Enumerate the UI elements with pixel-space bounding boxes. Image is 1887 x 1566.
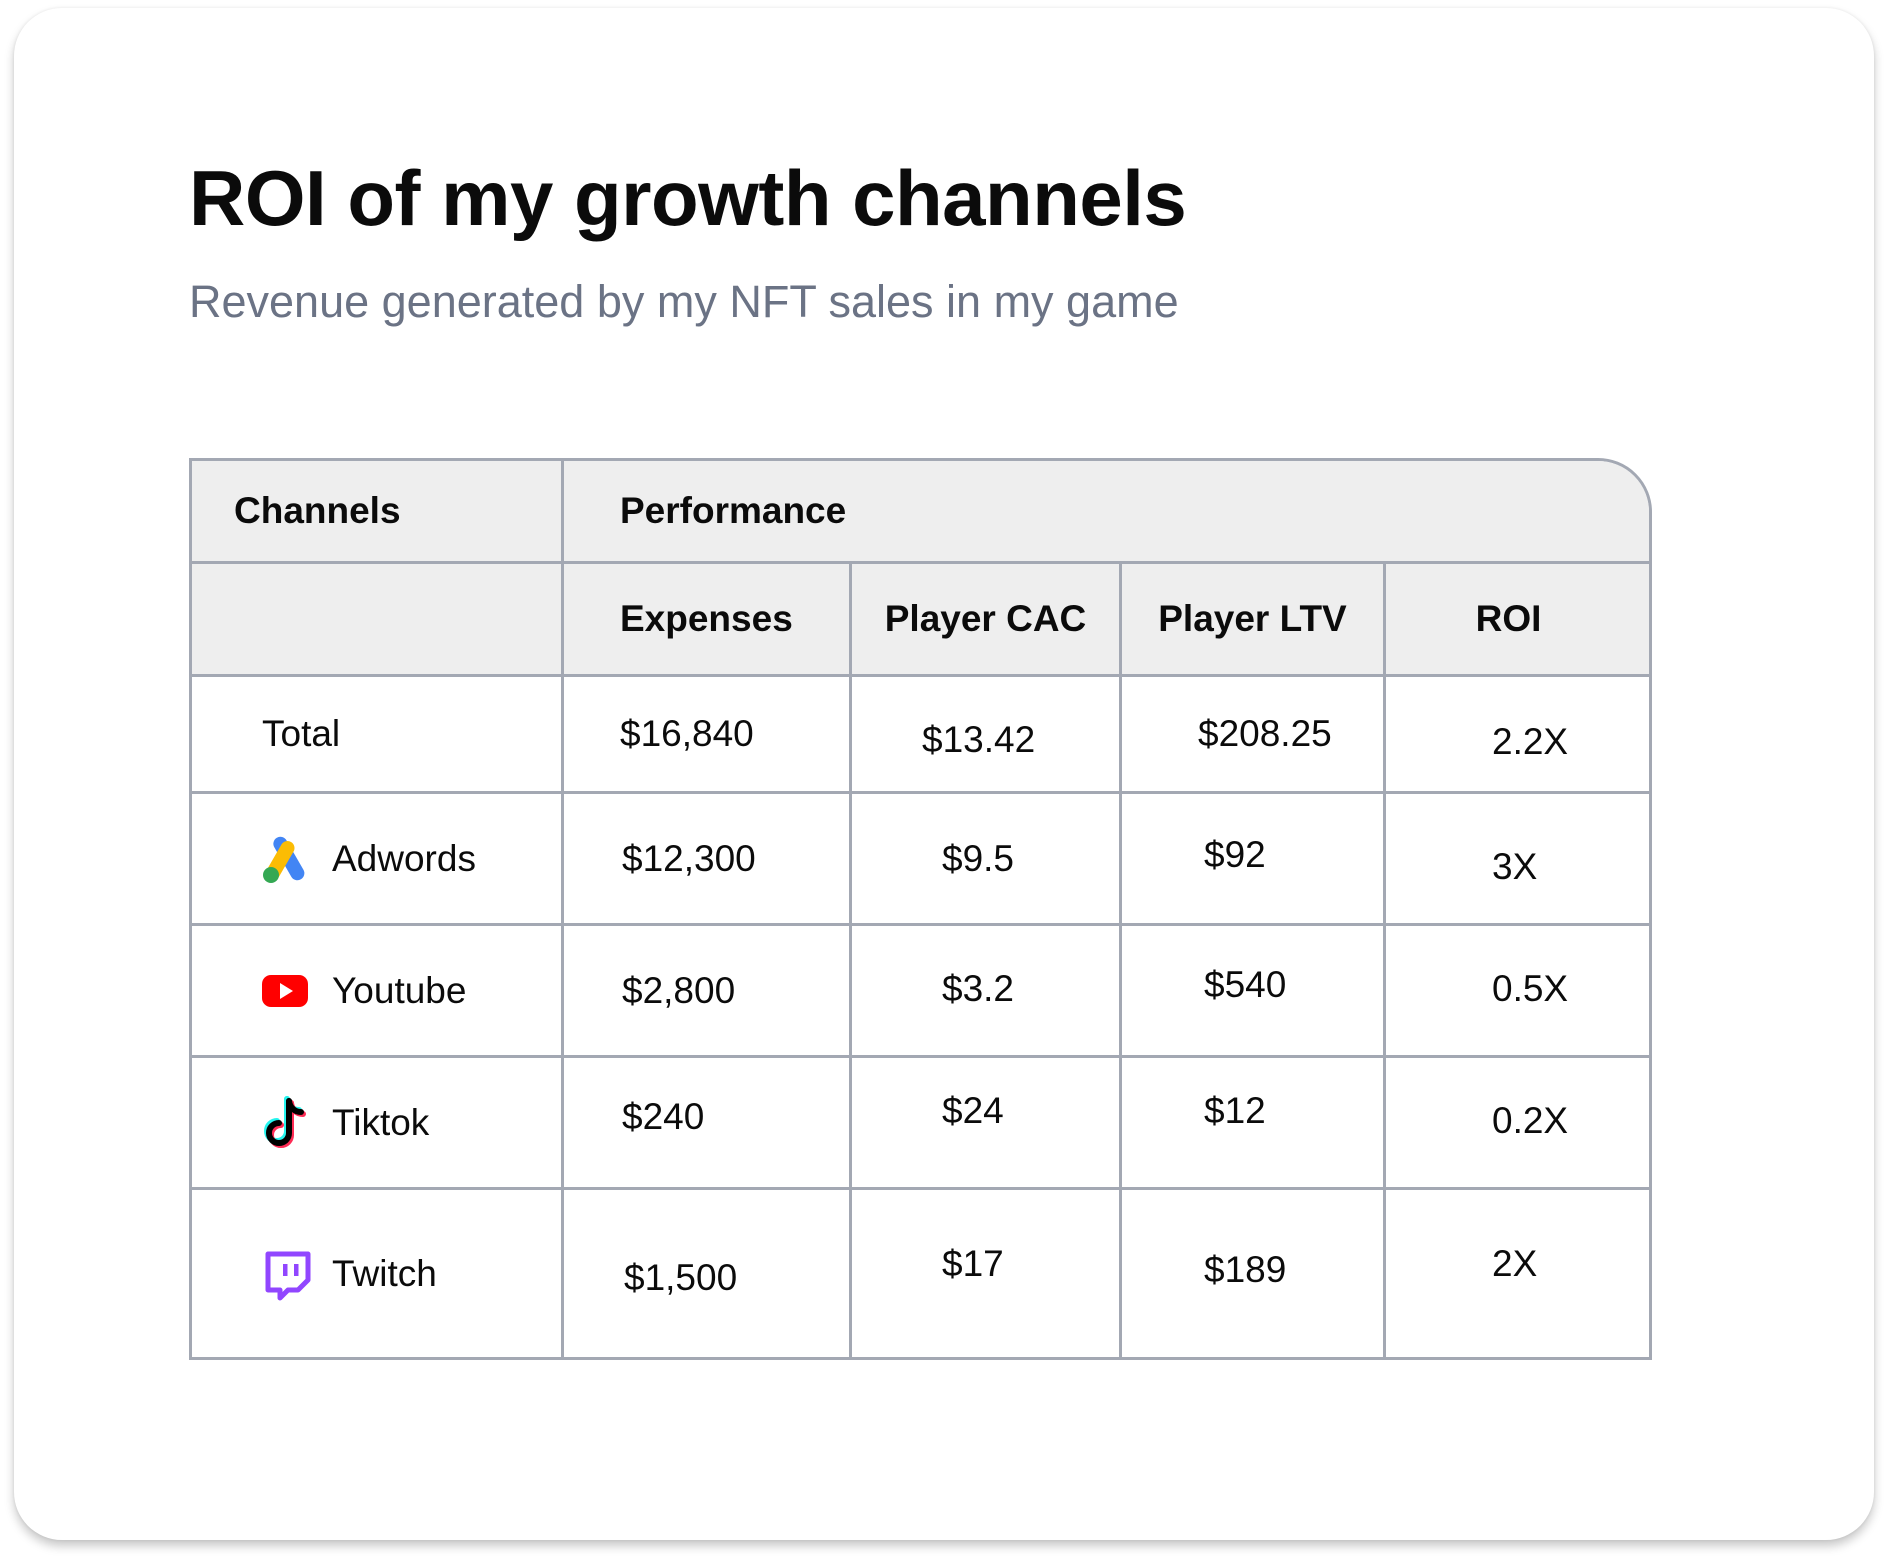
expenses-header: Expenses <box>564 564 852 674</box>
performance-header: Performance <box>620 490 847 531</box>
roi-cell: 2.2X <box>1492 721 1569 762</box>
cac-cell: $24 <box>852 1058 1122 1187</box>
player-cac-header: Player CAC <box>852 564 1122 674</box>
channel-label: Twitch <box>332 1252 437 1294</box>
ltv-cell: $540 <box>1122 926 1386 1055</box>
tiktok-icon <box>260 1095 316 1151</box>
expenses-cell: $16,840 <box>564 677 852 791</box>
table-row: Total $16,840 $13.42 $208.25 2.2X <box>192 677 1649 794</box>
table-row: Twitch $1,500 $17 $189 2X <box>192 1190 1649 1357</box>
table-group-header-row: Channels Performance <box>192 461 1649 564</box>
expenses-cell: $240 <box>564 1058 852 1187</box>
ltv-cell: $189 <box>1122 1190 1386 1357</box>
channel-cell: Twitch <box>192 1190 564 1357</box>
expenses-cell: $12,300 <box>564 794 852 923</box>
ltv-cell: $12 <box>1122 1058 1386 1187</box>
channel-cell: Tiktok <box>192 1058 564 1187</box>
twitch-icon <box>260 1246 316 1302</box>
roi-table: Channels Performance Expenses Player CAC… <box>189 458 1652 1360</box>
roi-card: ROI of my growth channels Revenue genera… <box>14 8 1874 1540</box>
channels-header: Channels <box>192 461 564 561</box>
table-row: Adwords $12,300 $9.5 $92 3X <box>192 794 1649 926</box>
cac-cell: $13.42 <box>852 677 1122 791</box>
roi-cell: 2X <box>1492 1242 1538 1284</box>
roi-cell: 0.2X <box>1492 1099 1569 1141</box>
player-ltv-header: Player LTV <box>1122 564 1386 674</box>
ltv-cell: $208.25 <box>1122 677 1386 791</box>
roi-cell: 3X <box>1492 845 1538 887</box>
roi-header: ROI <box>1475 598 1542 639</box>
cac-cell: $3.2 <box>852 926 1122 1055</box>
expenses-cell: $1,500 <box>564 1190 852 1357</box>
table-column-header-row: Expenses Player CAC Player LTV ROI <box>192 564 1649 677</box>
channel-cell: Total <box>192 677 564 791</box>
ltv-cell: $92 <box>1122 794 1386 923</box>
page-title: ROI of my growth channels <box>189 154 1187 242</box>
roi-cell: 0.5X <box>1492 967 1569 1009</box>
channel-label: Youtube <box>332 969 467 1011</box>
channel-label: Tiktok <box>332 1101 430 1143</box>
table-row: Youtube $2,800 $3.2 $540 0.5X <box>192 926 1649 1058</box>
channel-cell: Adwords <box>192 794 564 923</box>
youtube-icon <box>260 963 316 1019</box>
google-ads-icon <box>260 831 316 887</box>
table-row: Tiktok $240 $24 $12 0.2X <box>192 1058 1649 1190</box>
page-subtitle: Revenue generated by my NFT sales in my … <box>189 276 1179 327</box>
channel-cell: Youtube <box>192 926 564 1055</box>
cac-cell: $17 <box>852 1190 1122 1357</box>
channel-label: Total <box>262 713 341 754</box>
blank-header-cell <box>192 564 564 674</box>
channel-label: Adwords <box>332 837 476 879</box>
expenses-cell: $2,800 <box>564 926 852 1055</box>
cac-cell: $9.5 <box>852 794 1122 923</box>
